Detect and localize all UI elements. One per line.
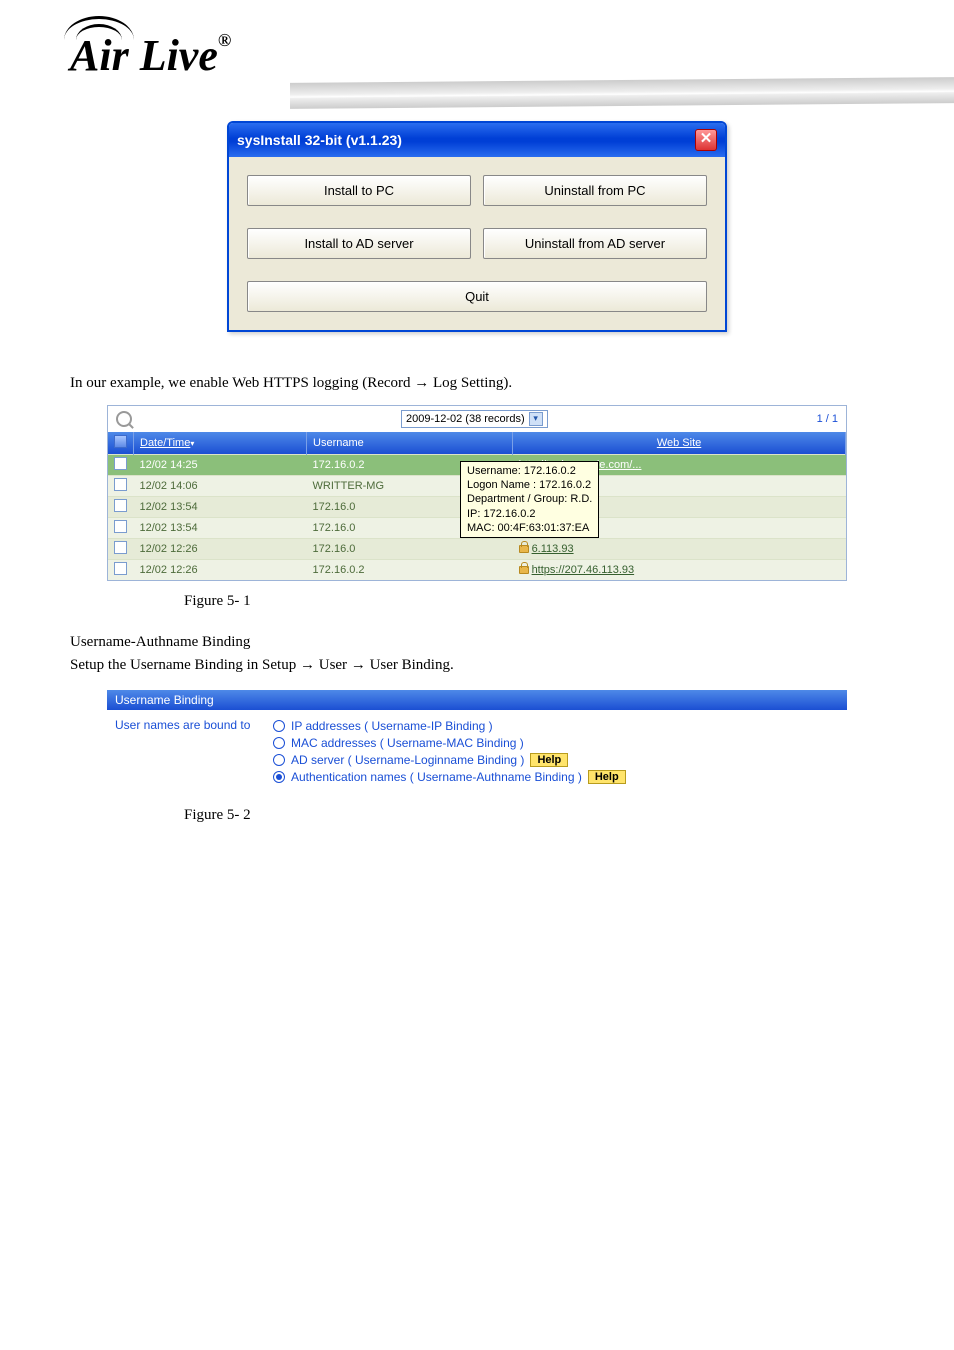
lock-icon <box>519 566 529 574</box>
paragraph-1: In our example, we enable Web HTTPS logg… <box>70 372 884 395</box>
site-link[interactable]: 6.113.93 <box>532 543 574 555</box>
col-username: Username <box>307 432 513 455</box>
chevron-down-icon: ▾ <box>529 412 543 426</box>
binding-label: User names are bound to <box>115 716 263 732</box>
figure-caption-1: Figure 5- 1 <box>184 593 884 610</box>
select-all-checkbox[interactable] <box>114 435 127 448</box>
figure-caption-2: Figure 5- 2 <box>184 807 884 824</box>
site-link[interactable]: https://207.46.113.93 <box>532 564 635 576</box>
row-checkbox[interactable] <box>114 541 127 554</box>
close-icon[interactable]: ✕ <box>695 129 717 151</box>
row-checkbox[interactable] <box>114 562 127 575</box>
row-checkbox[interactable] <box>114 499 127 512</box>
logo: Air Live® <box>0 0 954 81</box>
row-checkbox[interactable] <box>114 520 127 533</box>
arrow-icon: → <box>351 656 366 673</box>
table-row: 12/02 12:26 172.16.0 6.113.93 <box>108 538 846 559</box>
opt-auth[interactable]: Authentication names ( Username-Authname… <box>273 770 626 784</box>
install-to-pc-button[interactable]: Install to PC <box>247 175 471 206</box>
paragraph-2: Username-Authname Binding Setup the User… <box>70 632 884 677</box>
pager: 1 / 1 <box>817 413 838 425</box>
row-checkbox[interactable] <box>114 478 127 491</box>
radio-icon[interactable] <box>273 720 285 732</box>
uninstall-from-pc-button[interactable]: Uninstall from PC <box>483 175 707 206</box>
help-button[interactable]: Help <box>530 753 568 767</box>
dialog-titlebar: sysInstall 32-bit (v1.1.23) ✕ <box>229 123 725 157</box>
radio-icon[interactable] <box>273 737 285 749</box>
table-row: 12/02 12:26 172.16.0.2 https://207.46.11… <box>108 559 846 580</box>
row-checkbox[interactable] <box>114 457 127 470</box>
date-dropdown[interactable]: 2009-12-02 (38 records) ▾ <box>401 410 548 428</box>
col-datetime: Date/Time▾ <box>134 432 307 455</box>
panel-header: Username Binding <box>107 690 847 710</box>
radio-icon[interactable] <box>273 754 285 766</box>
opt-ad[interactable]: AD server ( Username-Loginname Binding )… <box>273 753 626 767</box>
search-icon[interactable] <box>116 411 132 427</box>
quit-button[interactable]: Quit <box>247 281 707 312</box>
uninstall-from-ad-button[interactable]: Uninstall from AD server <box>483 228 707 259</box>
radio-icon[interactable] <box>273 771 285 783</box>
dialog-title: sysInstall 32-bit (v1.1.23) <box>237 132 402 148</box>
arrow-icon: → <box>414 374 429 391</box>
opt-mac[interactable]: MAC addresses ( Username-MAC Binding ) <box>273 736 626 750</box>
username-binding-panel: Username Binding User names are bound to… <box>107 690 847 797</box>
arrow-icon: → <box>300 656 315 673</box>
lock-icon <box>519 545 529 553</box>
install-to-ad-button[interactable]: Install to AD server <box>247 228 471 259</box>
row-tooltip: Username: 172.16.0.2 Logon Name : 172.16… <box>460 461 599 538</box>
col-website: Web Site <box>513 432 846 455</box>
sysinstall-dialog: sysInstall 32-bit (v1.1.23) ✕ Install to… <box>227 121 727 332</box>
opt-ip[interactable]: IP addresses ( Username-IP Binding ) <box>273 719 626 733</box>
help-button[interactable]: Help <box>588 770 626 784</box>
